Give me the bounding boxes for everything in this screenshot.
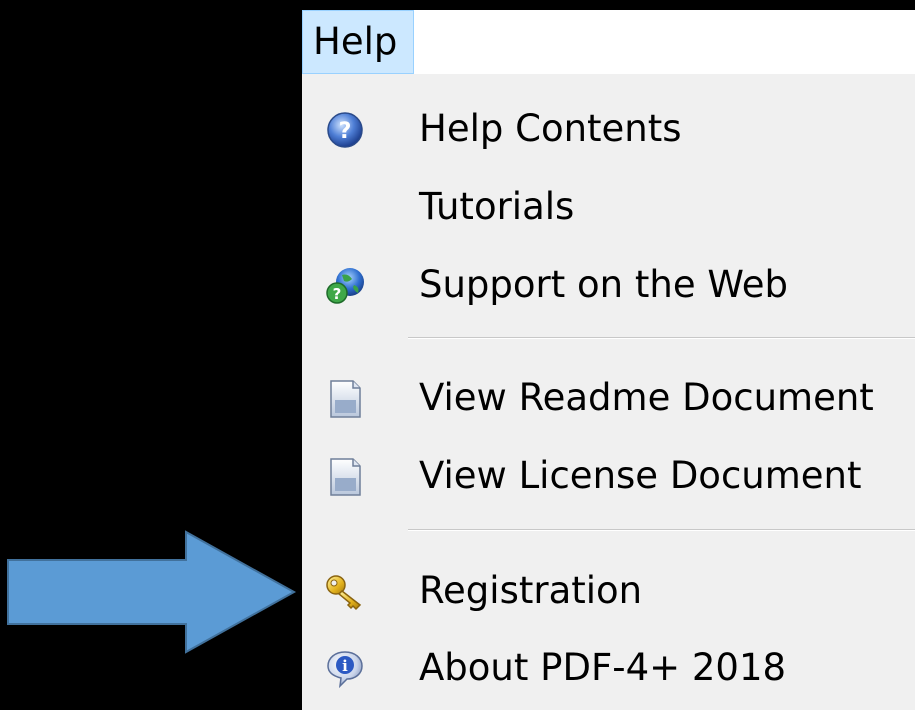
help-question-icon: ? (327, 112, 363, 148)
menu-item-label: Tutorials (419, 185, 575, 228)
menu-item-view-license[interactable]: View License Document (302, 438, 915, 514)
svg-text:?: ? (339, 119, 352, 144)
document-icon (330, 380, 361, 418)
info-icon: i (327, 651, 363, 689)
screenshot-stage: Help ? Help Contents Tutorials ? Support… (0, 0, 915, 710)
web-support-globe-icon: ? (326, 268, 364, 304)
annotation-arrow (7, 530, 297, 654)
help-dropdown-menu: ? Help Contents Tutorials ? Support on t… (302, 74, 915, 710)
menu-item-label: Registration (419, 569, 643, 612)
svg-text:?: ? (333, 285, 342, 303)
menu-help[interactable]: Help (302, 10, 414, 74)
menu-item-support-web[interactable]: ? Support on the Web (302, 247, 915, 323)
document-icon (330, 458, 361, 496)
svg-text:i: i (342, 657, 348, 675)
menu-item-label: About PDF-4+ 2018 (419, 646, 787, 689)
menu-bar: Help (302, 10, 915, 74)
menu-item-label: View Readme Document (419, 376, 874, 419)
menu-separator (408, 529, 915, 531)
menu-item-label: View License Document (419, 454, 862, 497)
key-icon (326, 575, 362, 611)
menu-item-about[interactable]: i About PDF-4+ 2018 (302, 630, 915, 706)
menu-item-label: Support on the Web (419, 263, 789, 306)
menu-item-label: Help Contents (419, 107, 682, 150)
menu-item-tutorials[interactable]: Tutorials (302, 169, 915, 245)
menu-item-help-contents[interactable]: ? Help Contents (302, 91, 915, 167)
menu-item-registration[interactable]: Registration (302, 553, 915, 629)
menu-separator (408, 337, 915, 339)
menu-item-view-readme[interactable]: View Readme Document (302, 360, 915, 436)
